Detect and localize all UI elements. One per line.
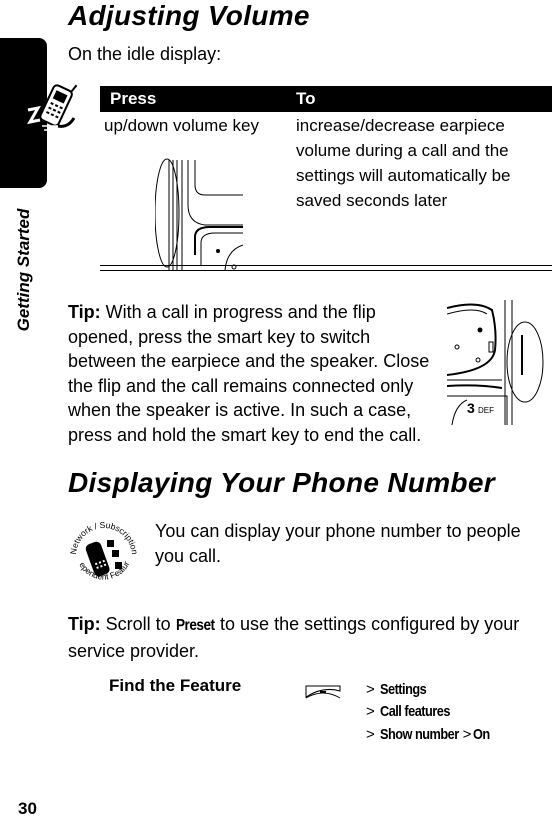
phone-side-drawing	[447, 300, 544, 425]
tip-volume: Tip: With a call in progress and the fli…	[68, 302, 430, 445]
phone-running-icon	[27, 84, 78, 131]
table-rule-top	[100, 265, 552, 266]
network-dependent-badge: Network / Subscription Dependent Feature	[65, 508, 140, 594]
table-header: Press To	[100, 86, 552, 112]
volume-key-illustration	[155, 158, 244, 270]
path-show-number[interactable]: > Show number >On	[366, 726, 492, 743]
svg-text:Network / Subscription: Network / Subscription	[68, 520, 140, 555]
section-label: Getting Started	[14, 208, 33, 332]
path-settings[interactable]: > Settings	[366, 681, 434, 698]
header-to: To	[296, 89, 316, 108]
preset-keyword: Preset	[175, 617, 215, 634]
key-3-label: 3	[467, 400, 475, 416]
smart-key-illustration: 3 DEF	[447, 300, 547, 425]
key-3-sub: DEF	[478, 406, 494, 415]
intro-text: On the idle display:	[68, 44, 222, 64]
display-number-intro: You can display your phone number to peo…	[155, 521, 521, 566]
path-call-features[interactable]: > Call features	[366, 703, 462, 720]
table-rule-bottom	[100, 270, 552, 271]
cell-press: up/down volume key	[104, 116, 259, 135]
cell-to: increase/decrease earpiece volume during…	[296, 116, 511, 210]
menu-key-icon[interactable]	[305, 685, 341, 701]
header-press: Press	[110, 89, 157, 108]
find-feature-label: Find the Feature	[109, 676, 242, 695]
tip-preset: Tip: Scroll to Preset to use the setting…	[68, 614, 520, 661]
section-title-adjusting-volume: Adjusting Volume	[68, 0, 310, 31]
page-number: 30	[18, 799, 37, 818]
network-feature-icon: Network / Subscription Dependent Feature	[65, 508, 140, 582]
section-title-displaying-number: Displaying Your Phone Number	[68, 467, 495, 498]
